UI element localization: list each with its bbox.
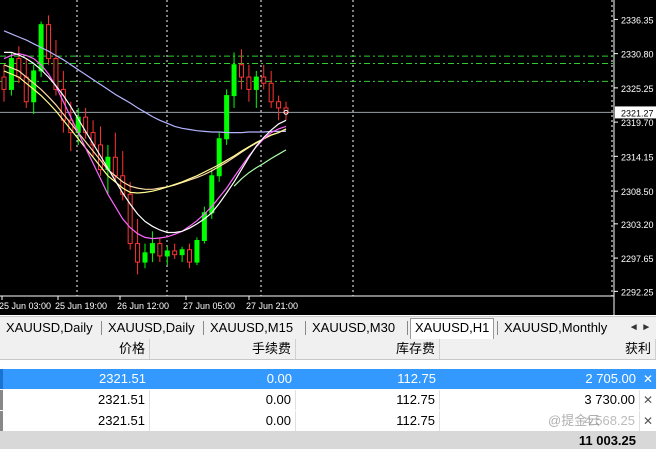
total-profit: 11 003.25 — [578, 433, 636, 448]
time-tick-label: 27 Jun 21:00 — [246, 301, 298, 311]
moving-average-line — [3, 64, 287, 190]
price-tick-label: 2308.50 — [621, 187, 654, 197]
tab-4[interactable]: XAUUSD,H1 — [410, 318, 495, 339]
table-header: 价格 手续费 库存费 获利 — [0, 339, 656, 360]
tab-3[interactable]: XAUUSD,M30 — [308, 319, 399, 337]
candle-body — [201, 212, 207, 241]
candle-body — [142, 252, 148, 263]
candle-body — [31, 70, 37, 103]
tab-separator — [203, 321, 204, 335]
header-profit[interactable]: 获利 — [440, 339, 656, 359]
candle-body — [16, 58, 22, 78]
candle-body — [179, 249, 185, 256]
candle-body — [253, 76, 259, 90]
price-chart[interactable]: 2336.35 2330.80 2325.25 2319.70 2314.15 2308.… — [0, 0, 656, 315]
price-tick-label: 2292.25 — [621, 287, 654, 297]
time-tick-label: 25 Jun 03:00 — [0, 301, 51, 311]
cell-price: 2321.51 — [99, 371, 146, 386]
table-row[interactable]: 2321.51 0.00 112.75 3 730.00 ✕ — [0, 390, 656, 410]
current-price-label: 2321.27 — [621, 108, 654, 118]
candle-body — [276, 101, 282, 109]
cell-commission: 0.00 — [150, 411, 296, 431]
cell-profit: 4 568.25 — [440, 411, 640, 431]
price-tick-label: 2330.80 — [621, 50, 654, 60]
tab-separator — [407, 321, 408, 335]
tab-separator — [497, 321, 498, 335]
price-tick-label: 2303.20 — [621, 220, 654, 230]
price-tick-label: 2319.70 — [621, 118, 654, 128]
cell-profit: 3 730.00 — [440, 390, 640, 410]
trade-table: 价格 手续费 库存费 获利 2321.51 0.00 112.75 2 705.… — [0, 339, 656, 449]
moving-average-line — [4, 51, 287, 234]
header-swap[interactable]: 库存费 — [296, 339, 440, 359]
candle-body — [157, 243, 163, 257]
price-tick-label: 2314.15 — [621, 152, 654, 162]
chart-canvas[interactable]: 2336.35 2330.80 2325.25 2319.70 2314.15 2308.… — [0, 0, 656, 315]
tab-scroll-arrows[interactable]: ◄ ► — [624, 317, 656, 339]
candle-body — [238, 64, 244, 78]
header-price[interactable]: 价格 — [0, 339, 150, 359]
cell-swap: 112.75 — [296, 411, 440, 431]
cell-commission: 0.00 — [150, 390, 296, 410]
candle-body — [187, 249, 193, 263]
close-icon[interactable]: ✕ — [642, 369, 654, 389]
candle-body — [231, 64, 237, 97]
cell-swap: 112.75 — [296, 390, 440, 410]
tab-2[interactable]: XAUUSD,M15 — [206, 319, 297, 337]
candle-body — [172, 250, 178, 256]
tab-5[interactable]: XAUUSD,Monthly — [500, 319, 611, 337]
candle-body — [135, 243, 141, 263]
price-tick-label: 2297.65 — [621, 254, 654, 264]
candle-body — [246, 76, 252, 90]
close-icon[interactable]: ✕ — [642, 390, 654, 410]
header-commission[interactable]: 手续费 — [150, 339, 296, 359]
tab-0[interactable]: XAUUSD,Daily — [2, 319, 97, 337]
candle-body — [23, 76, 29, 103]
tab-1[interactable]: XAUUSD,Daily — [104, 319, 199, 337]
cell-price: 2321.51 — [0, 390, 150, 410]
cell-profit: 2 705.00 — [585, 371, 636, 386]
chart-tabs-bar: XAUUSD,Daily XAUUSD,Daily XAUUSD,M15 XAUUSD… — [0, 316, 656, 340]
cell-swap: 112.75 — [397, 371, 436, 386]
time-tick-label: 27 Jun 05:00 — [183, 301, 235, 311]
candle-body — [112, 156, 118, 177]
price-tick-label: 2325.25 — [621, 84, 654, 94]
candle-body — [261, 76, 267, 84]
price-tick-label: 2336.35 — [621, 15, 654, 25]
candle-body — [194, 240, 200, 263]
cell-commission: 0.00 — [266, 371, 292, 386]
table-total-row: 11 003.25 — [0, 431, 656, 449]
watermark: @提金云 — [548, 413, 601, 428]
candle-body — [216, 138, 222, 177]
candle-body — [46, 24, 52, 60]
cell-price: 2321.51 — [0, 411, 150, 431]
close-icon[interactable]: ✕ — [642, 411, 654, 431]
time-tick-label: 25 Jun 19:00 — [55, 301, 107, 311]
table-row[interactable]: 2321.51 0.00 112.75 2 705.00 ✕ — [0, 369, 656, 389]
candle-body — [1, 76, 7, 90]
candle-body — [268, 82, 274, 103]
candle-body — [164, 250, 170, 257]
tab-separator — [101, 321, 102, 335]
time-tick-label: 26 Jun 12:00 — [117, 301, 169, 311]
candle-body — [149, 243, 155, 254]
tab-separator — [305, 321, 306, 335]
